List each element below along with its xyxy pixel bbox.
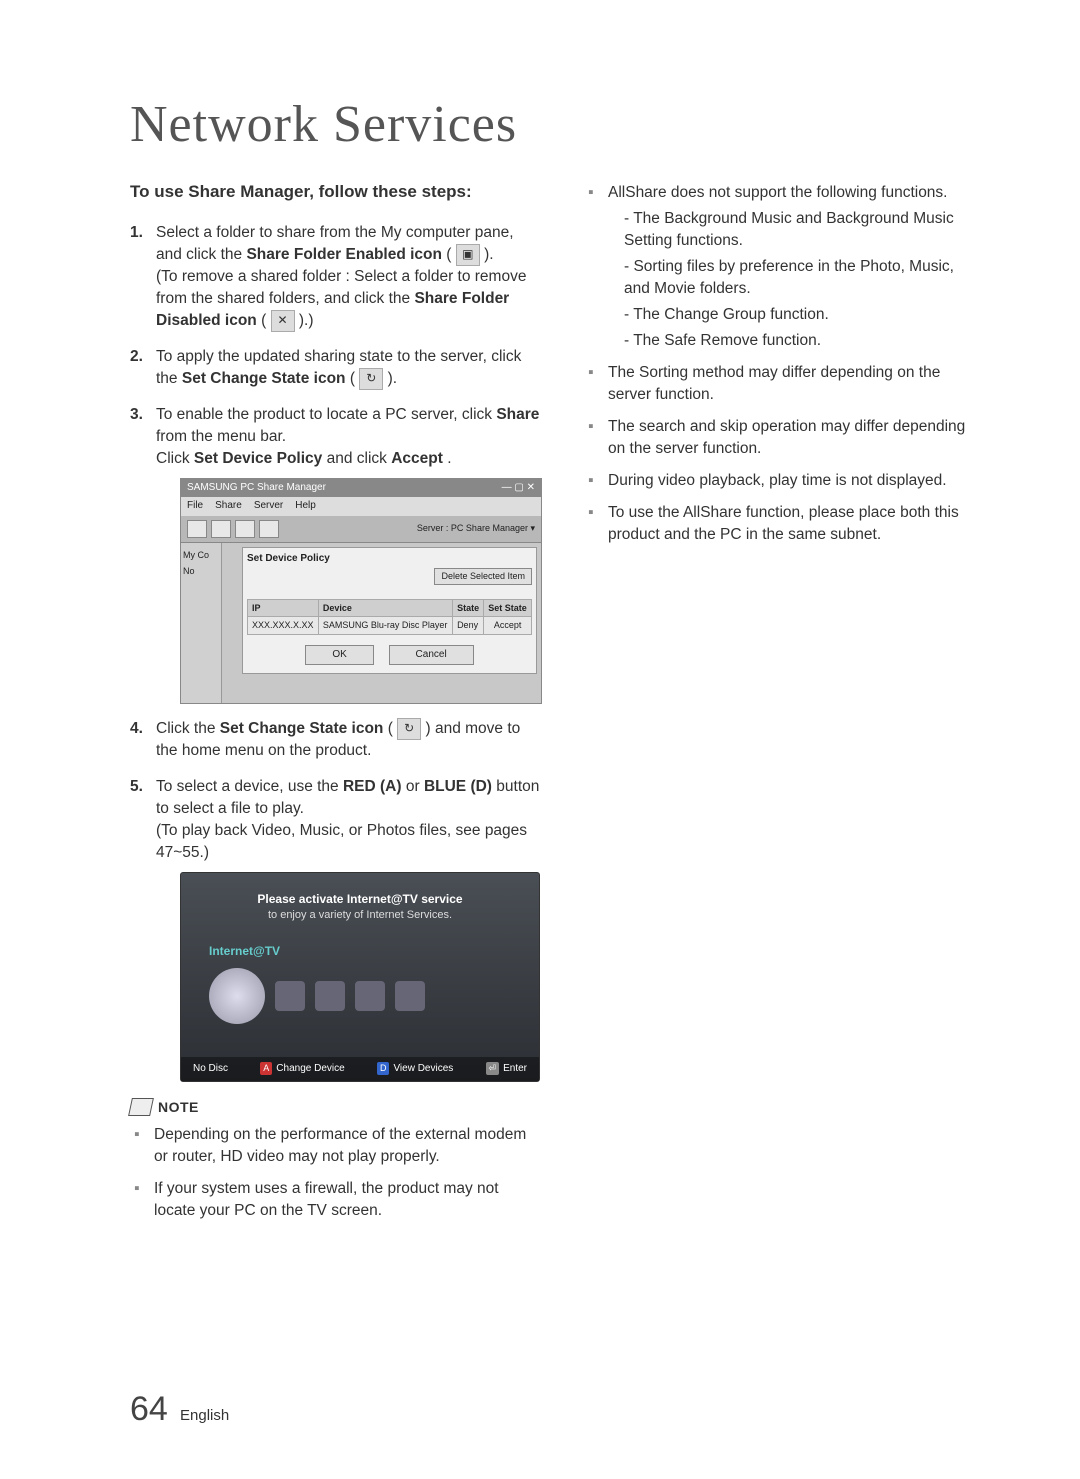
dialog-menubar: File Share Server Help: [181, 497, 541, 515]
list-item: The search and skip operation may differ…: [584, 416, 980, 460]
share-folder-enabled-icon: ▣: [456, 244, 480, 266]
note-label: NOTE: [158, 1099, 199, 1115]
share-manager-heading: To use Share Manager, follow these steps…: [130, 182, 542, 202]
step-2: To apply the updated sharing state to th…: [130, 346, 542, 390]
cancel-button[interactable]: Cancel: [389, 645, 474, 665]
left-column: To use Share Manager, follow these steps…: [130, 182, 542, 1232]
note-item: Depending on the performance of the exte…: [130, 1124, 542, 1168]
tv-message-2: to enjoy a variety of Internet Services.: [193, 908, 527, 924]
page-footer: 64 English: [130, 1390, 229, 1429]
steps-list: Select a folder to share from the My com…: [130, 222, 542, 1082]
dialog-titlebar: SAMSUNG PC Share Manager — ▢ ✕: [181, 479, 541, 497]
badge-d-icon: D: [377, 1062, 390, 1075]
note-list: Depending on the performance of the exte…: [130, 1124, 542, 1222]
delete-selected-item-button[interactable]: Delete Selected Item: [434, 568, 532, 585]
panel-title: Set Device Policy: [247, 552, 532, 566]
set-change-state-icon: ↻: [359, 368, 383, 390]
step-4: Click the Set Change State icon ( ↻ ) an…: [130, 718, 542, 762]
list-item: AllShare does not support the following …: [584, 182, 980, 352]
dash-item: - The Safe Remove function.: [624, 330, 980, 352]
right-bullets: AllShare does not support the following …: [584, 182, 980, 546]
no-disc-label: No Disc: [193, 1062, 228, 1076]
step-3: To enable the product to locate a PC ser…: [130, 404, 542, 703]
enter-label: Enter: [503, 1062, 527, 1076]
dash-item: - The Background Music and Background Mu…: [624, 208, 980, 252]
media-icon[interactable]: [355, 981, 385, 1011]
note-icon: [128, 1098, 154, 1116]
toolbar-icon[interactable]: [235, 520, 255, 538]
note-item: If your system uses a firewall, the prod…: [130, 1178, 542, 1222]
dialog-title: SAMSUNG PC Share Manager: [187, 481, 326, 495]
dialog-side-pane: My Co No: [181, 543, 222, 703]
media-icon[interactable]: [275, 981, 305, 1011]
note-header: NOTE: [130, 1098, 542, 1116]
enter-icon: ⏎: [486, 1062, 500, 1075]
page-language: English: [180, 1407, 229, 1424]
window-controls: — ▢ ✕: [502, 481, 535, 495]
toolbar-icon[interactable]: [187, 520, 207, 538]
set-device-policy-panel: Set Device Policy Delete Selected Item I…: [242, 547, 537, 675]
list-item: To use the AllShare function, please pla…: [584, 502, 980, 546]
tv-icon-row: [209, 968, 527, 1024]
server-label: Server : PC Share Manager ▾: [417, 522, 535, 535]
list-item: The Sorting method may differ depending …: [584, 362, 980, 406]
menu-share[interactable]: Share: [215, 499, 242, 513]
step-1: Select a folder to share from the My com…: [130, 222, 542, 332]
dash-item: - Sorting files by preference in the Pho…: [624, 256, 980, 300]
step-5: To select a device, use the RED (A) or B…: [130, 776, 542, 1082]
accept-button[interactable]: Accept: [484, 617, 532, 635]
change-device-label: Change Device: [276, 1062, 344, 1076]
internet-tv-label: Internet@TV: [209, 943, 527, 960]
badge-a-icon: A: [260, 1062, 272, 1075]
tv-message-1: Please activate Internet@TV service: [193, 891, 527, 908]
set-change-state-icon: ↻: [397, 718, 421, 740]
menu-server[interactable]: Server: [254, 499, 283, 513]
right-column: AllShare does not support the following …: [584, 182, 980, 1232]
table-row: XXX.XXX.X.XX SAMSUNG Blu-ray Disc Player…: [248, 617, 532, 635]
media-icon[interactable]: [315, 981, 345, 1011]
device-table: IP Device State Set State XXX.XXX.X.XX S…: [247, 599, 532, 636]
page-title: Network Services: [130, 95, 980, 154]
tv-home-screenshot: Please activate Internet@TV service to e…: [180, 872, 540, 1082]
tv-bottom-bar: No Disc A Change Device DView Devices ⏎En…: [181, 1057, 539, 1081]
toolbar-icon[interactable]: [259, 520, 279, 538]
menu-file[interactable]: File: [187, 499, 203, 513]
ok-button[interactable]: OK: [305, 645, 373, 665]
pc-share-manager-dialog: SAMSUNG PC Share Manager — ▢ ✕ File Shar…: [180, 478, 542, 703]
internet-tv-icon[interactable]: [209, 968, 265, 1024]
toolbar-icon[interactable]: [211, 520, 231, 538]
page-number: 64: [130, 1390, 168, 1428]
dash-item: - The Change Group function.: [624, 304, 980, 326]
media-icon[interactable]: [395, 981, 425, 1011]
share-folder-disabled-icon: ✕: [271, 310, 295, 332]
dialog-toolbar: Server : PC Share Manager ▾: [181, 516, 541, 543]
view-devices-label: View Devices: [393, 1062, 453, 1076]
list-item: During video playback, play time is not …: [584, 470, 980, 492]
menu-help[interactable]: Help: [295, 499, 316, 513]
